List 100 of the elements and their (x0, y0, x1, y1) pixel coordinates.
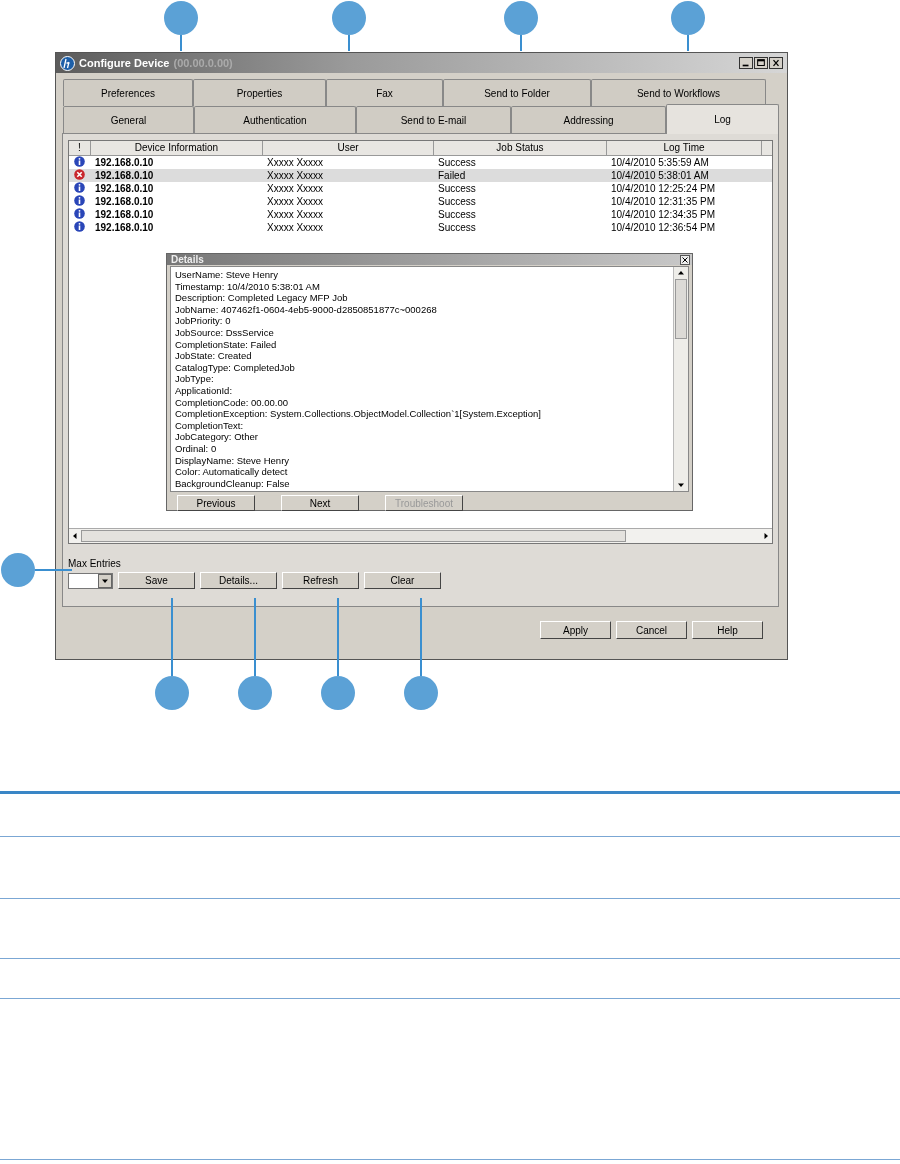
tab[interactable]: Log (666, 104, 779, 134)
table-cell: 10/4/2010 5:38:01 AM (611, 170, 709, 181)
minimize-icon[interactable] (739, 57, 753, 69)
table-cell: Xxxxx Xxxxx (267, 183, 324, 194)
detail-line: CatalogType: CompletedJob (175, 361, 296, 374)
callout-marker (504, 1, 538, 35)
error-icon (74, 169, 85, 180)
table-cell: 192.168.0.10 (95, 157, 154, 168)
table-cell: 192.168.0.10 (95, 209, 154, 220)
detail-line: JobState: Created (175, 350, 253, 362)
callout-marker (671, 1, 705, 35)
detail-line: Color: Automatically detect (175, 466, 289, 478)
tab[interactable]: Send to Workflows (591, 79, 766, 106)
callout-marker (238, 676, 272, 710)
close-icon[interactable] (680, 254, 690, 265)
close-icon[interactable] (769, 57, 783, 69)
leader-line (348, 34, 350, 52)
log-button[interactable]: Details... (200, 572, 277, 589)
maximize-icon[interactable] (754, 57, 768, 69)
leader-line (687, 34, 689, 52)
table-cell: Xxxxx Xxxxx (267, 196, 324, 207)
log-button[interactable]: Save (118, 572, 195, 589)
table-cell: Failed (438, 170, 466, 181)
callout-marker (332, 1, 366, 35)
tab[interactable]: Authentication (194, 106, 356, 133)
table-cell: 10/4/2010 12:31:35 PM (611, 196, 715, 207)
vertical-scrollbar[interactable] (673, 267, 688, 492)
detail-line: JobPriority: 0 (175, 315, 232, 327)
log-row[interactable]: 192.168.0.10 Xxxxx Xxxxx Success 10/4/2010 12:36:54 PM (69, 221, 772, 234)
table-cell: 192.168.0.10 (95, 170, 154, 181)
leader-line (180, 34, 182, 52)
log-row[interactable]: 192.168.0.10 Xxxxx Xxxxx Success 10/4/2010 12:34:35 PM (69, 208, 772, 221)
callout-marker (164, 1, 198, 35)
max-entries-dropdown[interactable] (68, 572, 113, 589)
table-cell: Success (438, 222, 476, 233)
log-row[interactable]: 192.168.0.10 Xxxxx Xxxxx Success 10/4/2010 12:31:35 PM (69, 195, 772, 208)
column-header[interactable]: Device Information (91, 141, 263, 155)
dialog-button[interactable]: Help (692, 621, 763, 639)
dialog-button[interactable]: Previous (177, 495, 255, 512)
scroll-thumb[interactable] (675, 279, 687, 339)
window-title: Configure Device (79, 57, 170, 69)
detail-line: JobSource: DssService (175, 326, 275, 339)
callout-marker (155, 676, 189, 710)
max-entries-label: Max Entries (68, 558, 121, 569)
detail-line: CompletionCode: 00.00.00 (175, 396, 290, 409)
table-cell: 10/4/2010 12:36:54 PM (611, 222, 715, 233)
column-header[interactable]: User (263, 141, 434, 155)
detail-line: BackgroundCleanup: False (175, 477, 291, 490)
info-icon (74, 208, 85, 219)
log-row[interactable]: 192.168.0.10 Xxxxx Xxxxx Success 10/4/2010 5:35:59 AM (69, 156, 772, 169)
dialog-button[interactable]: Next (281, 495, 359, 512)
tab[interactable]: Send to Folder (443, 79, 591, 106)
detail-line: Description: Completed Legacy MFP Job (175, 292, 349, 304)
table-cell: Xxxxx Xxxxx (267, 222, 324, 233)
column-header[interactable]: Job Status (434, 141, 607, 155)
log-button[interactable]: Refresh (282, 572, 359, 589)
tab[interactable]: Properties (193, 79, 326, 106)
tab[interactable]: Addressing (511, 106, 666, 133)
log-button[interactable]: Clear (364, 572, 441, 589)
scroll-thumb[interactable] (81, 530, 626, 542)
horizontal-scrollbar[interactable] (69, 528, 772, 543)
tab[interactable]: Send to E-mail (356, 106, 511, 133)
detail-line: JobCategory: Other (175, 431, 259, 443)
table-cell: 192.168.0.10 (95, 183, 154, 194)
info-icon (74, 195, 85, 206)
dialog-button[interactable]: Apply (540, 621, 611, 639)
table-cell: Success (438, 209, 476, 220)
leader-line (34, 569, 73, 571)
column-header[interactable]: Log Time (607, 141, 762, 155)
tab[interactable]: Fax (326, 79, 443, 106)
callout-marker (404, 676, 438, 710)
table-cell: Success (438, 157, 476, 168)
detail-line: DisplayName: Steve Henry (175, 454, 291, 467)
callout-marker (1, 553, 35, 587)
detail-line: CompletionText: (175, 419, 245, 432)
detail-line: Timestamp: 10/4/2010 5:38:01 AM (175, 280, 321, 293)
detail-line: JobType: (175, 373, 215, 385)
log-row[interactable]: 192.168.0.10 Xxxxx Xxxxx Success 10/4/2010 12:25:24 PM (69, 182, 772, 195)
table-cell: 10/4/2010 12:25:24 PM (611, 183, 715, 194)
tab[interactable]: Preferences (63, 79, 193, 106)
column-header[interactable]: ! (69, 141, 91, 155)
info-icon (74, 182, 85, 193)
detail-line: CompletionState: Failed (175, 338, 278, 351)
table-cell: Success (438, 196, 476, 207)
tab[interactable]: General (63, 106, 194, 133)
dialog-button[interactable]: Cancel (616, 621, 687, 639)
table-cell: Xxxxx Xxxxx (267, 157, 324, 168)
table-cell: Success (438, 183, 476, 194)
dropdown-icon[interactable] (98, 573, 112, 588)
detail-line: JobName: 407462f1-0604-4eb5-9000-d2850851877c~000268 (175, 303, 438, 316)
table-cell: Xxxxx Xxxxx (267, 209, 324, 220)
table-cell: 10/4/2010 5:35:59 AM (611, 157, 709, 168)
detail-line: UserName: Steve Henry (175, 269, 279, 281)
detail-line: Ordinal: 0 (175, 442, 218, 455)
callout-marker (321, 676, 355, 710)
info-icon (74, 156, 85, 167)
log-row[interactable]: 192.168.0.10 Xxxxx Xxxxx Failed 10/4/2010 5:38:01 AM (69, 169, 772, 182)
info-icon (74, 221, 85, 232)
detail-line: CompletionException: System.Collections.ObjectModel.Collection`1[System.Exception] (175, 408, 542, 420)
table-cell: 192.168.0.10 (95, 222, 154, 233)
